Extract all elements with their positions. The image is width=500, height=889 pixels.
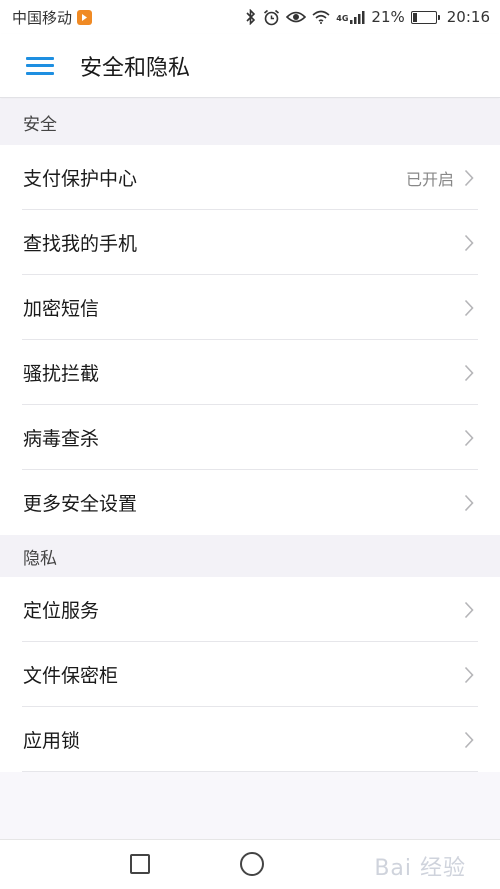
chevron-right-icon [464,666,474,683]
privacy-list: 定位服务 文件保密柜 应用锁 [0,577,500,772]
list-item-file-safe[interactable]: 文件保密柜 [0,642,500,707]
list-item-virus-scan[interactable]: 病毒查杀 [0,405,500,470]
list-item-find-my-phone[interactable]: 查找我的手机 [0,210,500,275]
navigation-bar: Bai 经验 [0,839,500,889]
list-item-encrypted-sms[interactable]: 加密短信 [0,275,500,340]
section-header-security: 安全 [0,99,500,145]
home-button[interactable] [240,852,264,876]
chevron-right-icon [464,234,474,251]
item-label: 查找我的手机 [23,233,138,255]
menu-icon[interactable] [26,55,54,77]
security-list: 支付保护中心 已开启 查找我的手机 加密短信 骚扰拦截 病毒查杀 更多安全设置 [0,145,500,535]
carrier-badge-icon [77,9,93,25]
status-right: 4G 21% 20:16 [245,8,490,26]
item-label: 支付保护中心 [23,168,138,190]
item-label: 骚扰拦截 [23,363,100,385]
chevron-right-icon [464,169,474,186]
item-right: 已开启 [406,166,474,190]
item-label: 病毒查杀 [23,428,100,450]
chevron-right-icon [464,731,474,748]
watermark: Bai 经验 [374,856,466,881]
item-label: 文件保密柜 [23,665,119,687]
item-label: 更多安全设置 [23,493,138,515]
chevron-right-icon [464,429,474,446]
list-item-payment-protection[interactable]: 支付保护中心 已开启 [0,145,500,210]
status-bar: 中国移动 4G 21% 20:16 [0,0,500,34]
battery-fill [412,12,418,22]
section-header-privacy: 隐私 [0,535,500,577]
status-value: 已开启 [405,169,454,189]
eye-comfort-icon [286,11,307,23]
list-item-harassment-blocking[interactable]: 骚扰拦截 [0,340,500,405]
recent-apps-button[interactable] [130,854,150,874]
network-type: 4G [336,14,349,23]
clock-time: 20:16 [446,8,490,26]
chevron-right-icon [464,494,474,511]
alarm-icon [264,9,280,25]
item-label: 定位服务 [23,600,100,622]
battery-percent: 21% [371,8,405,26]
list-item-more-security-settings[interactable]: 更多安全设置 [0,470,500,535]
bluetooth-icon [246,9,256,25]
signal-icon [350,11,365,24]
carrier-name: 中国移动 [12,8,73,27]
battery-icon [410,10,440,24]
chevron-right-icon [464,299,474,316]
status-left: 中国移动 [12,7,93,28]
item-label: 应用锁 [23,730,81,752]
list-item-location-services[interactable]: 定位服务 [0,577,500,642]
list-item-app-lock[interactable]: 应用锁 [0,707,500,772]
item-label: 加密短信 [23,298,100,320]
page-title: 安全和隐私 [80,55,191,81]
chevron-right-icon [464,364,474,381]
chevron-right-icon [464,601,474,618]
wifi-icon [312,10,330,24]
app-bar: 安全和隐私 [0,34,500,98]
